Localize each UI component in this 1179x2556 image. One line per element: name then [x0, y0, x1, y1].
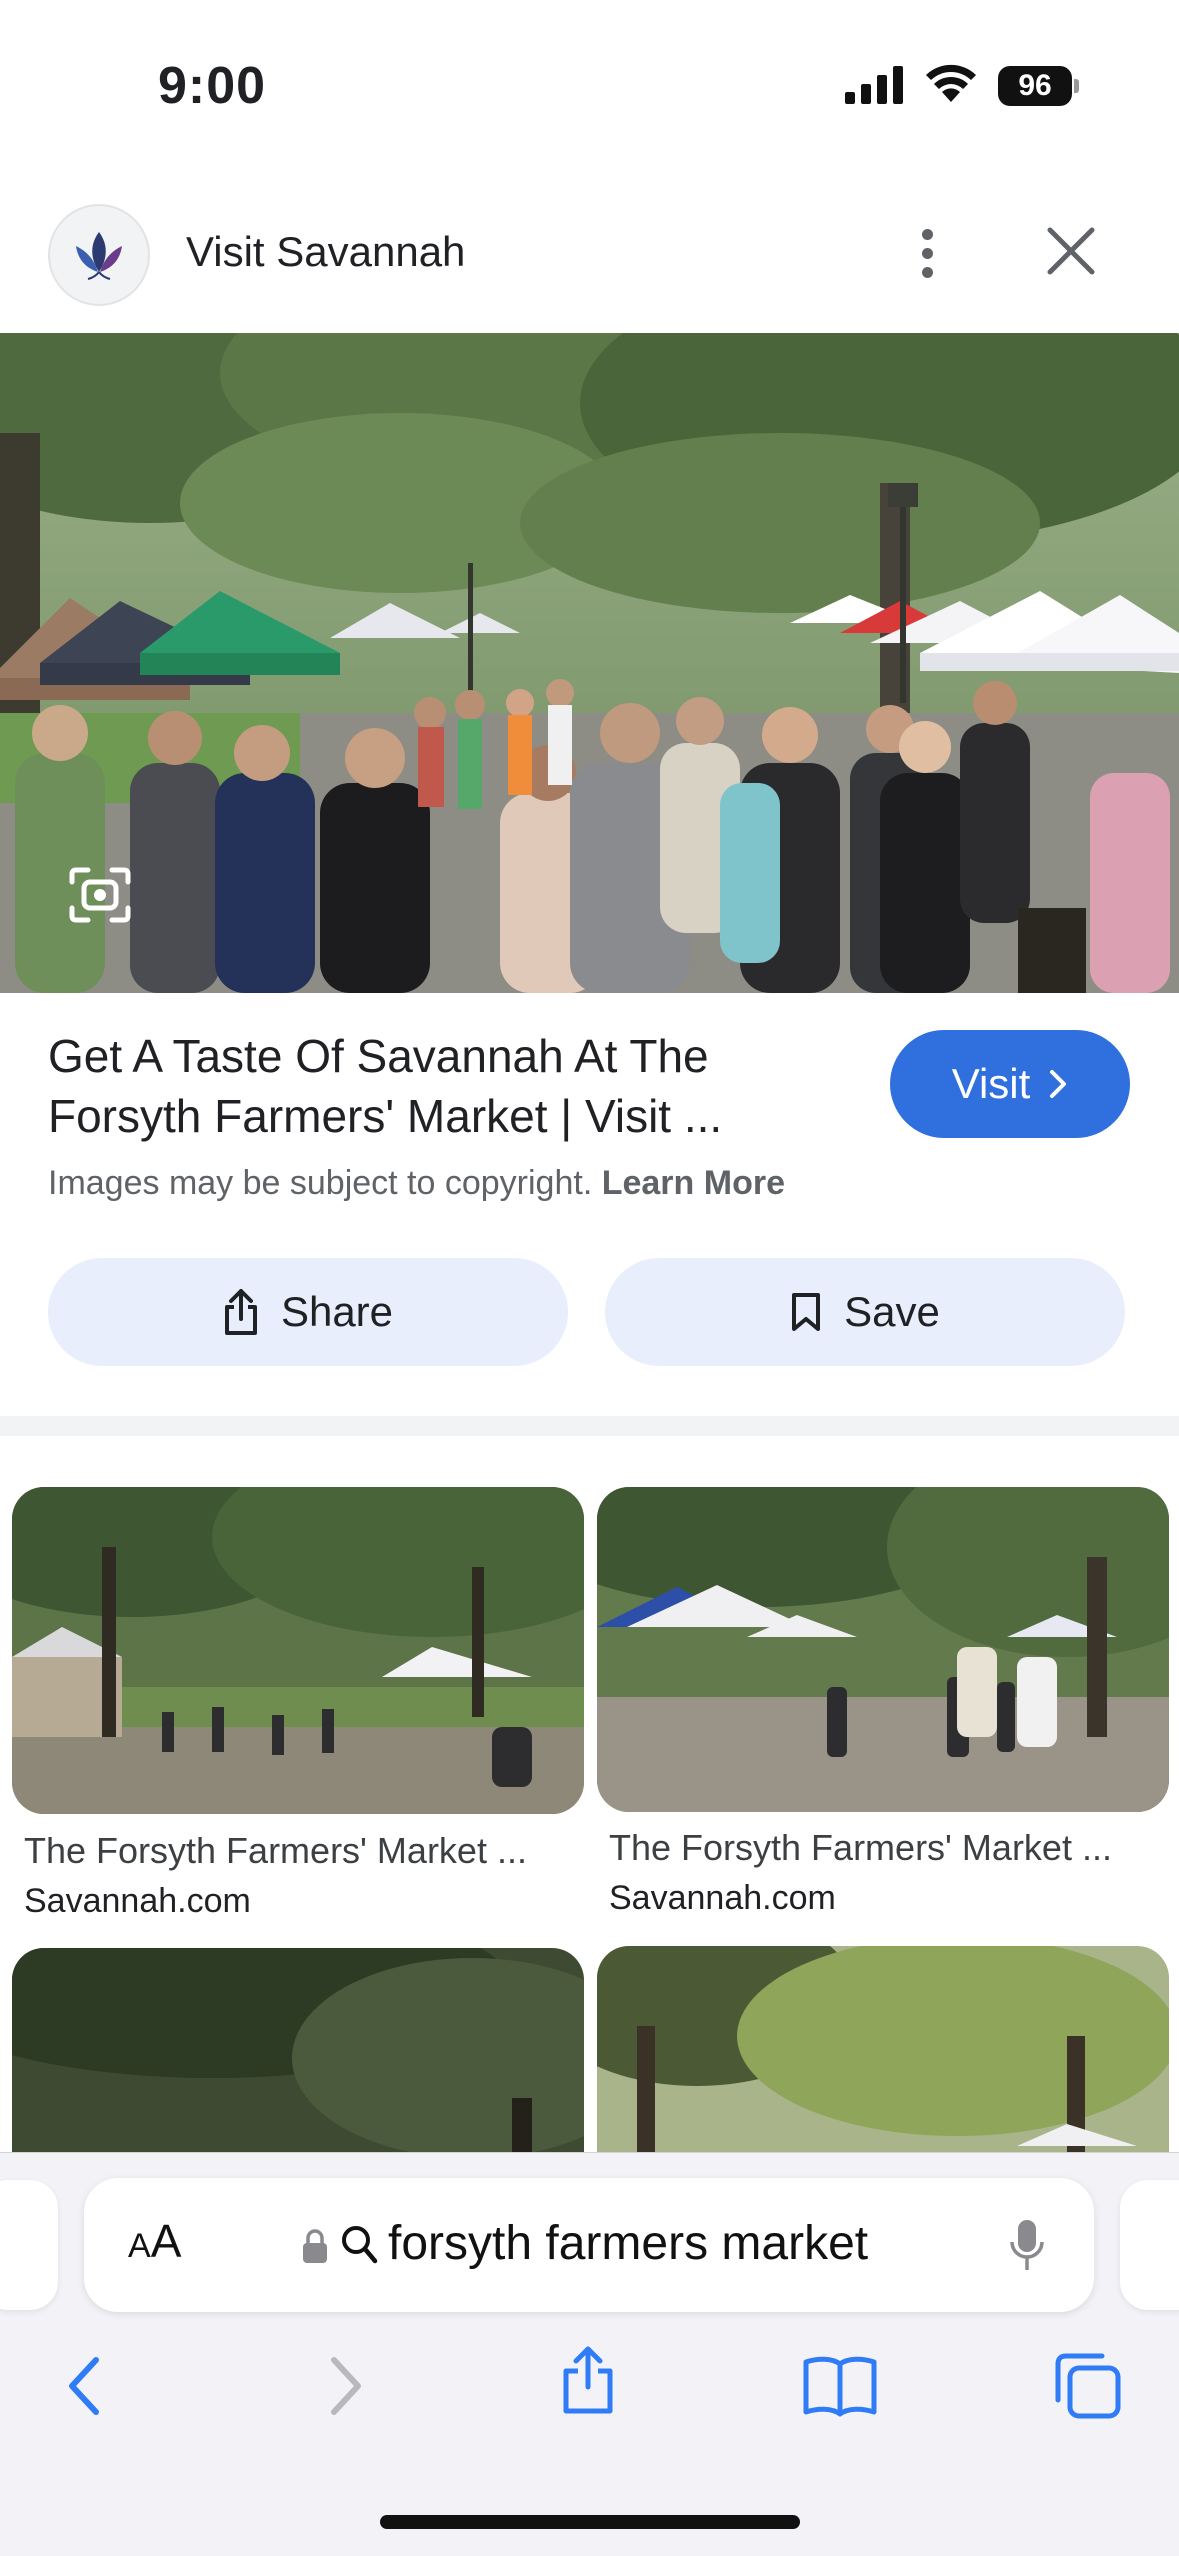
share-sheet-icon[interactable]: [552, 2343, 624, 2415]
address-text[interactable]: forsyth farmers market: [388, 2216, 868, 2271]
wifi-icon: [926, 64, 976, 102]
learn-more-link[interactable]: Learn More: [602, 1164, 785, 1202]
battery-icon: 96: [998, 66, 1080, 106]
google-lens-icon[interactable]: [68, 866, 132, 924]
address-bar[interactable]: AA forsyth farmers market: [84, 2178, 1094, 2312]
hero-image[interactable]: [0, 333, 1179, 993]
source-header: Visit Savannah: [0, 190, 1179, 330]
related-image-1[interactable]: [12, 1487, 584, 1814]
related-source-1: Savannah.com: [24, 1882, 251, 1920]
battery-level: 96: [998, 66, 1072, 106]
visit-savannah-logo-icon: [76, 232, 122, 280]
previous-tab-preview[interactable]: [0, 2180, 58, 2310]
status-bar: 9:00 96: [0, 0, 1179, 175]
bookmarks-icon[interactable]: [802, 2350, 878, 2422]
related-title-1[interactable]: The Forsyth Farmers' Market ...: [24, 1830, 604, 1872]
text-size-small-letter: A: [128, 2227, 151, 2265]
close-icon[interactable]: [1040, 220, 1102, 282]
save-label: Save: [844, 1288, 940, 1335]
site-name[interactable]: Visit Savannah: [186, 228, 465, 276]
more-options-button[interactable]: [905, 218, 949, 288]
lock-icon: [303, 2229, 327, 2263]
share-icon: [224, 1289, 257, 1335]
microphone-icon[interactable]: [1009, 2218, 1045, 2274]
section-divider: [0, 1416, 1179, 1436]
visit-label: Visit: [951, 1060, 1031, 1107]
related-image-2[interactable]: [597, 1487, 1169, 1812]
chevron-right-icon: [1050, 1070, 1067, 1098]
cellular-signal-icon: [845, 66, 903, 104]
status-time: 9:00: [158, 57, 267, 115]
market-photo: [0, 333, 1179, 993]
more-dot-icon: [921, 228, 933, 240]
save-button[interactable]: Save: [605, 1258, 1125, 1366]
share-label: Share: [280, 1288, 394, 1335]
search-icon: [342, 2226, 378, 2264]
visit-button[interactable]: Visit: [890, 1030, 1130, 1138]
text-size-large-letter: A: [150, 2215, 182, 2267]
share-button[interactable]: Share: [48, 1258, 568, 1366]
more-dot-icon: [921, 247, 933, 259]
back-icon[interactable]: [52, 2350, 124, 2422]
market-photo: [597, 1487, 1169, 1812]
home-indicator: [380, 2515, 800, 2529]
more-dot-icon: [921, 266, 933, 278]
copyright-text: Images may be subject to copyright.: [48, 1164, 593, 1202]
market-photo: [12, 1487, 584, 1814]
tabs-icon[interactable]: [1052, 2350, 1124, 2422]
related-title-2[interactable]: The Forsyth Farmers' Market ...: [609, 1827, 1179, 1869]
bookmark-icon: [792, 1293, 821, 1331]
next-tab-preview[interactable]: [1120, 2180, 1179, 2310]
copyright-notice: Images may be subject to copyright. Lear…: [48, 1164, 785, 1203]
site-logo[interactable]: [48, 204, 150, 306]
text-size-button[interactable]: AA: [128, 2214, 181, 2268]
result-title[interactable]: Get A Taste Of Savannah At The Forsyth F…: [48, 1026, 868, 1146]
forward-icon[interactable]: [306, 2350, 378, 2422]
related-source-2: Savannah.com: [609, 1879, 836, 1917]
